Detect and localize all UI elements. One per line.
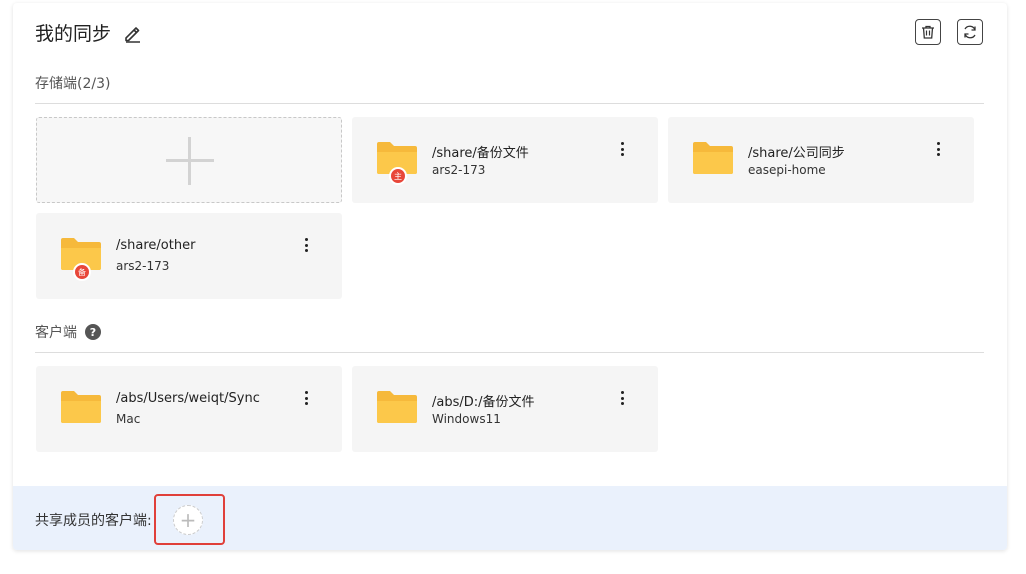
device-name: ars2-173 (116, 259, 170, 273)
refresh-button[interactable] (957, 19, 983, 45)
add-member-client-button[interactable]: + (173, 505, 203, 535)
backup-badge: 备 (73, 263, 91, 281)
client-label-text: 客户端 (35, 325, 77, 341)
primary-badge: 主 (389, 167, 407, 185)
more-options-icon[interactable] (616, 139, 628, 159)
title-text: 我的同步 (35, 23, 112, 45)
pencil-icon[interactable] (123, 23, 143, 43)
device-name: ars2-173 (432, 163, 486, 177)
add-storage-button[interactable] (36, 117, 342, 203)
folder-icon (61, 391, 101, 423)
storage-divider (35, 103, 984, 104)
shared-members-label: 共享成员的客户端: (35, 513, 152, 529)
client-section-label: 客户端 ? (35, 322, 101, 342)
storage-item-1[interactable]: 主 /share/备份文件 ars2-173 (352, 117, 658, 203)
folder-icon (377, 391, 417, 423)
shared-members-bar: 共享成员的客户端: + (13, 486, 1007, 550)
device-name: Mac (116, 412, 141, 426)
client-item-1[interactable]: /abs/Users/weiqt/Sync Mac (36, 366, 342, 452)
more-options-icon[interactable] (932, 139, 944, 159)
folder-path: /share/备份文件 (432, 146, 529, 161)
more-options-icon[interactable] (616, 388, 628, 408)
client-divider (35, 352, 984, 353)
folder-path: /abs/D:/备份文件 (432, 395, 535, 410)
question-icon[interactable]: ? (85, 324, 101, 340)
storage-item-3[interactable]: 备 /share/other ars2-173 (36, 213, 342, 299)
device-name: easepi-home (748, 163, 826, 177)
folder-path: /share/公司同步 (748, 146, 845, 161)
page-title: 我的同步 (35, 19, 143, 46)
storage-section-label: 存储端(2/3) (35, 76, 111, 92)
sync-card: 我的同步 存储端(2/3) 主 /share/备份文件 ars2-173 /sh… (13, 3, 1007, 550)
device-name: Windows11 (432, 412, 501, 426)
folder-path: /abs/Users/weiqt/Sync (116, 391, 260, 406)
folder-path: /share/other (116, 238, 196, 253)
refresh-icon (964, 25, 976, 39)
delete-button[interactable] (915, 19, 941, 45)
client-item-2[interactable]: /abs/D:/备份文件 Windows11 (352, 366, 658, 452)
more-options-icon[interactable] (300, 235, 312, 255)
more-options-icon[interactable] (300, 388, 312, 408)
folder-icon (693, 142, 733, 174)
storage-item-2[interactable]: /share/公司同步 easepi-home (668, 117, 974, 203)
trash-icon (922, 25, 934, 39)
